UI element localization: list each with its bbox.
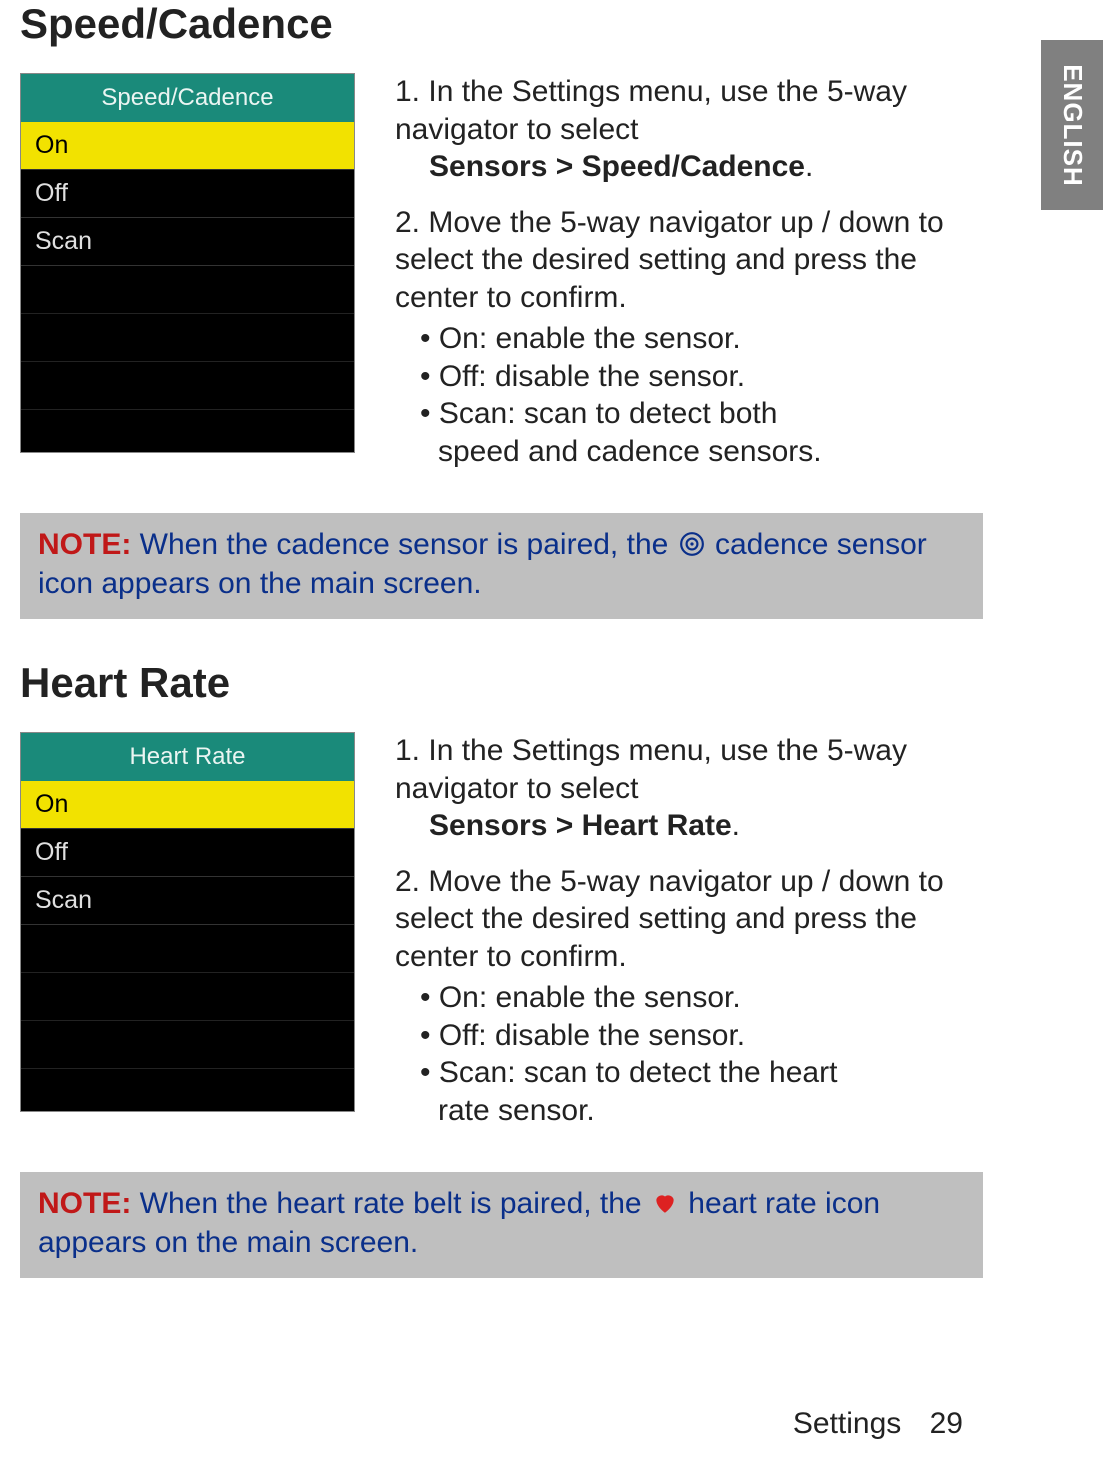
page-footer: Settings 29	[793, 1407, 963, 1441]
bullet-scan: Scan: scan to detect the heart rate sens…	[420, 1054, 983, 1129]
step-1-suffix: .	[732, 809, 740, 842]
step-1-bold: Sensors > Heart Rate	[429, 809, 732, 842]
section-speed-cadence: Speed/Cadence On Off Scan 1. In the Sett…	[20, 73, 983, 488]
bullet-scan: Scan: scan to detect both speed and cade…	[420, 395, 983, 470]
footer-section: Settings	[793, 1407, 901, 1440]
heart-rate-icon	[652, 1190, 678, 1216]
section-heart-rate: Heart Rate On Off Scan 1. In the Setting…	[20, 732, 983, 1147]
menu-item-empty	[21, 314, 354, 362]
step-1: 1. In the Settings menu, use the 5-way n…	[395, 73, 983, 186]
note-label: NOTE:	[38, 1187, 131, 1220]
menu-item-off[interactable]: Off	[21, 829, 354, 877]
step-1-suffix: .	[805, 150, 813, 183]
footer-page-number: 29	[930, 1407, 963, 1440]
note-heart-rate: NOTE: When the heart rate belt is paired…	[20, 1172, 983, 1278]
screenshot-titlebar: Speed/Cadence	[21, 74, 354, 122]
step-1: 1. In the Settings menu, use the 5-way n…	[395, 732, 983, 845]
step-1-text: In the Settings menu, use the 5-way navi…	[395, 734, 907, 805]
menu-item-empty	[21, 1069, 354, 1117]
section-heading-heart-rate: Heart Rate	[20, 659, 983, 707]
menu-item-scan[interactable]: Scan	[21, 877, 354, 925]
menu-item-empty	[21, 362, 354, 410]
note-text-before: When the heart rate belt is paired, the	[131, 1187, 650, 1220]
bullet-on: On: enable the sensor.	[420, 979, 983, 1017]
instructions-heart-rate: 1. In the Settings menu, use the 5-way n…	[395, 732, 983, 1147]
step-1-bold: Sensors > Speed/Cadence	[429, 150, 805, 183]
bullet-off: Off: disable the sensor.	[420, 1017, 983, 1055]
language-tab: ENGLISH	[1041, 40, 1103, 210]
menu-item-on[interactable]: On	[21, 122, 354, 170]
step-1-text: In the Settings menu, use the 5-way navi…	[395, 75, 907, 146]
language-tab-label: ENGLISH	[1057, 64, 1088, 187]
screenshot-speed-cadence: Speed/Cadence On Off Scan	[20, 73, 355, 453]
menu-item-empty	[21, 266, 354, 314]
menu-item-scan[interactable]: Scan	[21, 218, 354, 266]
note-speed-cadence: NOTE: When the cadence sensor is paired,…	[20, 513, 983, 619]
bullet-on: On: enable the sensor.	[420, 320, 983, 358]
menu-item-empty	[21, 925, 354, 973]
bullet-off: Off: disable the sensor.	[420, 358, 983, 396]
step-2-text: Move the 5-way navigator up / down to se…	[395, 865, 944, 973]
menu-item-on[interactable]: On	[21, 781, 354, 829]
page-content: Speed/Cadence Speed/Cadence On Off Scan …	[20, 0, 983, 1407]
step-2: 2. Move the 5-way navigator up / down to…	[395, 863, 983, 1130]
screenshot-heart-rate: Heart Rate On Off Scan	[20, 732, 355, 1112]
screenshot-titlebar: Heart Rate	[21, 733, 354, 781]
note-label: NOTE:	[38, 528, 131, 561]
menu-item-empty	[21, 973, 354, 1021]
menu-item-off[interactable]: Off	[21, 170, 354, 218]
step-2: 2. Move the 5-way navigator up / down to…	[395, 204, 983, 471]
cadence-sensor-icon	[679, 531, 705, 557]
menu-item-empty	[21, 410, 354, 458]
section-heading-speed-cadence: Speed/Cadence	[20, 0, 983, 48]
instructions-speed-cadence: 1. In the Settings menu, use the 5-way n…	[395, 73, 983, 488]
step-2-text: Move the 5-way navigator up / down to se…	[395, 206, 944, 314]
menu-item-empty	[21, 1021, 354, 1069]
note-text-before: When the cadence sensor is paired, the	[131, 528, 676, 561]
